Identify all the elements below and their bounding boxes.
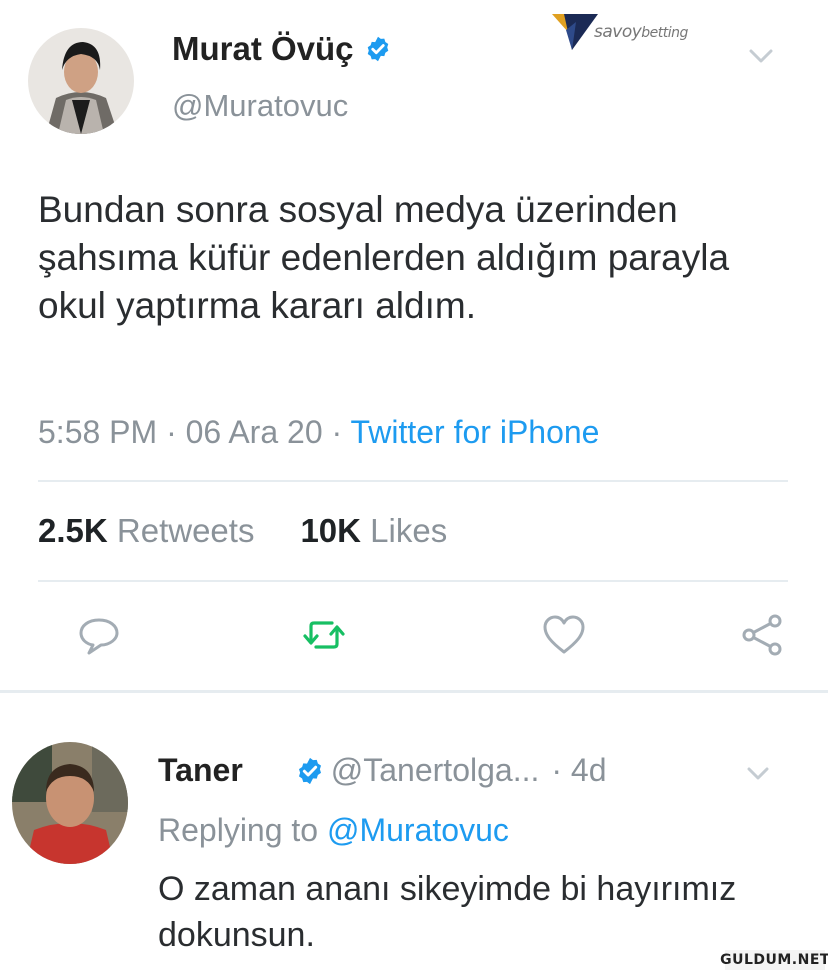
site-watermark: GULDUM.NET xyxy=(720,950,828,970)
savoy-logo: savoybetting xyxy=(552,10,732,54)
author-avatar[interactable] xyxy=(28,28,134,134)
savoy-logo-icon xyxy=(552,14,598,50)
likes-stat[interactable]: 10K Likes xyxy=(300,512,447,550)
section-divider xyxy=(0,690,828,693)
reply-author-name[interactable]: Taner xyxy=(158,752,243,789)
retweet-icon[interactable] xyxy=(301,612,347,658)
tweet-date: 06 Ara 20 xyxy=(185,414,323,450)
like-icon[interactable] xyxy=(541,612,587,658)
verified-badge-icon xyxy=(298,757,321,784)
replying-to-mention[interactable]: @Muratovuc xyxy=(327,812,509,848)
retweets-count: 2.5K xyxy=(38,512,108,549)
reply-author-handle[interactable]: @Tanertolga... xyxy=(331,752,540,789)
tweet-stats: 2.5K Retweets 10K Likes xyxy=(38,512,447,550)
tweet-text: Bundan sonra sosyal medya üzerinden şahs… xyxy=(38,189,730,326)
author-name-row[interactable]: Murat Övüç xyxy=(172,30,392,68)
logo-brand-sub: betting xyxy=(641,25,688,41)
retweets-label: Retweets xyxy=(116,512,255,549)
chevron-down-icon[interactable] xyxy=(746,44,776,68)
tweet-source-link[interactable]: Twitter for iPhone xyxy=(350,414,599,450)
chevron-down-icon[interactable] xyxy=(744,764,772,784)
tweet-time: 5:58 PM xyxy=(38,414,158,450)
reply-text: O zaman ananı sikeyimde bi hayırımız dok… xyxy=(158,870,737,954)
divider xyxy=(38,580,788,582)
reply-icon[interactable] xyxy=(76,612,122,658)
reply-author-avatar[interactable] xyxy=(12,742,128,864)
author-handle[interactable]: @Muratovuc xyxy=(172,88,348,124)
likes-label: Likes xyxy=(370,512,448,549)
retweets-stat[interactable]: 2.5K Retweets xyxy=(38,512,254,550)
share-icon[interactable] xyxy=(740,612,786,658)
reply-header: Taner @Tanertolga... · 4d xyxy=(158,752,607,789)
replying-to-line: Replying to @Muratovuc xyxy=(158,812,509,849)
verified-badge-icon xyxy=(367,36,388,62)
logo-brand-main: savoy xyxy=(594,22,642,42)
reply-age[interactable]: · 4d xyxy=(551,752,606,789)
tweet-meta: 5:58 PM · 06 Ara 20 · Twitter for iPhone xyxy=(38,414,600,450)
replying-prefix: Replying to xyxy=(158,812,319,848)
divider xyxy=(38,480,788,482)
author-name[interactable]: Murat Övüç xyxy=(172,30,354,68)
likes-count: 10K xyxy=(300,512,361,549)
